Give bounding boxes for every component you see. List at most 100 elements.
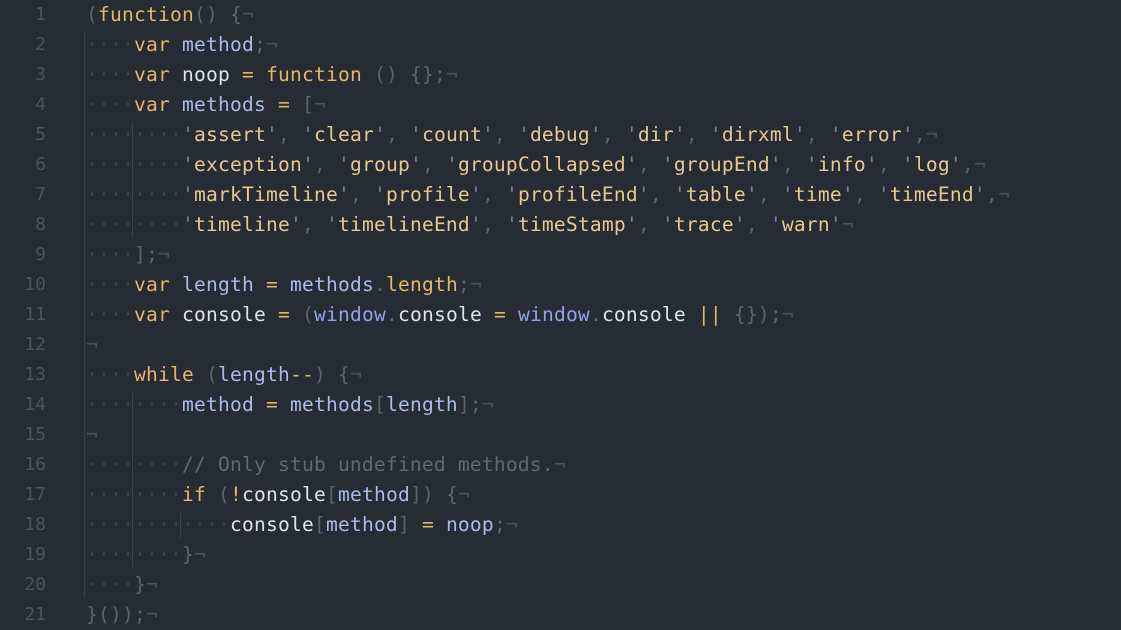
token-q: ' [973,183,986,206]
code-line[interactable]: 9 ····];¬ [0,240,1121,270]
token-pun: , [601,123,626,146]
code-line[interactable]: 15 ¬ [0,420,1121,450]
code-line[interactable]: 16 ········// Only stub undefined methods… [0,450,1121,480]
code-line[interactable]: 17 ········if (!console[method]) {¬ [0,480,1121,510]
line-number: 16 [24,454,46,475]
indent-whitespace: ········ [86,453,182,476]
code-line[interactable]: 11 ····var console = (window.console = wi… [0,300,1121,330]
code-text: ········'assert', 'clear', 'count', 'deb… [86,120,938,150]
line-number: 15 [24,424,46,445]
line-number: 4 [35,94,46,115]
token-id [170,273,182,296]
indent-whitespace: ········ [86,183,182,206]
code-text: ····}¬ [86,570,158,600]
code-line[interactable]: 6 ········'exception', 'group', 'groupCol… [0,150,1121,180]
token-kw: if [181,483,206,506]
line-number: 5 [35,124,46,145]
line-number: 11 [24,304,46,325]
code-line[interactable]: 1 (function() {¬ [0,0,1121,30]
token-pun: , [781,153,806,176]
code-line[interactable]: 18 ············console[method] = noop;¬ [0,510,1121,540]
code-line[interactable]: 8 ········'timeline', 'timelineEnd', 'tim… [0,210,1121,240]
code-line[interactable]: 20 ····}¬ [0,570,1121,600]
token-pun: {}); [721,303,782,326]
token-q: ' [793,123,806,146]
code-line[interactable]: 3 ····var noop = function () {};¬ [0,60,1121,90]
token-var: methods [182,93,266,116]
token-q: ' [181,183,194,206]
code-line[interactable]: 10 ····var length = methods.length;¬ [0,270,1121,300]
code-line[interactable]: 2 ····var method;¬ [0,30,1121,60]
token-q: ' [505,183,518,206]
token-str: profileEnd [517,183,638,206]
token-str: error [841,123,902,146]
token-q: ' [745,183,758,206]
code-line[interactable]: 14 ········method = methods[length];¬ [0,390,1121,420]
token-q: ' [877,183,890,206]
token-q: ' [769,153,782,176]
code-text: ····var methods = [¬ [86,90,326,120]
token-var: method [337,483,410,506]
token-pun: ( [289,303,314,326]
token-id [170,33,182,56]
token-id [278,273,290,296]
token-id [254,63,266,86]
token-str: clear [313,123,374,146]
token-id [278,393,290,416]
code-line[interactable]: 4 ····var methods = [¬ [0,90,1121,120]
token-pun: , [985,183,998,206]
token-id: console [182,303,266,326]
indent-whitespace: ········ [86,123,182,146]
eol-marker: ¬ [925,123,938,146]
eol-marker: ¬ [265,33,278,56]
line-number: 19 [24,544,46,565]
token-var: length [217,363,290,386]
token-q: ' [337,153,350,176]
code-line[interactable]: 5 ········'assert', 'clear', 'count', 'de… [0,120,1121,150]
code-line[interactable]: 21}());¬ [0,600,1121,630]
indent-whitespace: ···· [86,303,134,326]
token-str: warn [781,213,830,236]
token-q: ' [901,123,914,146]
token-q: ' [409,123,422,146]
token-pun: , [757,183,782,206]
token-id [686,303,698,326]
code-line[interactable]: 7 ········'markTimeline', 'profile', 'pro… [0,180,1121,210]
token-kw: function [98,3,194,26]
token-op: = [265,273,278,296]
token-var: length [385,393,458,416]
token-id: console [229,513,314,536]
code-editor[interactable]: 1 (function() {¬ 2 ····var method;¬ 3 ····var… [0,0,1121,629]
token-var: methods [289,273,374,296]
eol-marker: ¬ [481,393,494,416]
token-str: info [817,153,866,176]
eol-marker: ¬ [313,93,326,116]
token-kw: function [266,63,362,86]
code-text: ¬ [86,420,98,450]
code-line[interactable]: 13 ····while (length--) {¬ [0,360,1121,390]
line-number: 8 [35,214,46,235]
indent-whitespace: ········ [86,153,182,176]
token-var: length [182,273,254,296]
token-pun: ; [253,33,266,56]
token-str: dirxml [721,123,794,146]
token-q: ' [301,123,314,146]
indent-whitespace: ···· [86,63,134,86]
token-pun: , [493,123,518,146]
token-pun: ( [205,483,230,506]
indent-guide [132,122,133,238]
token-kw: length [385,273,458,296]
code-line[interactable]: 19 ········}¬ [0,540,1121,570]
indent-whitespace: ···· [86,93,134,116]
code-text: ········}¬ [86,540,206,570]
code-line[interactable]: 12 ¬ [0,330,1121,360]
token-pun: . [589,303,602,326]
token-q: ' [829,123,842,146]
token-op: = [421,513,434,536]
token-q: ' [181,213,194,236]
token-pun: ]) { [409,483,458,506]
code-text: ········'markTimeline', 'profile', 'prof… [86,180,1010,210]
eol-marker: ¬ [241,3,254,26]
token-id [506,303,518,326]
token-pun: , [745,213,770,236]
